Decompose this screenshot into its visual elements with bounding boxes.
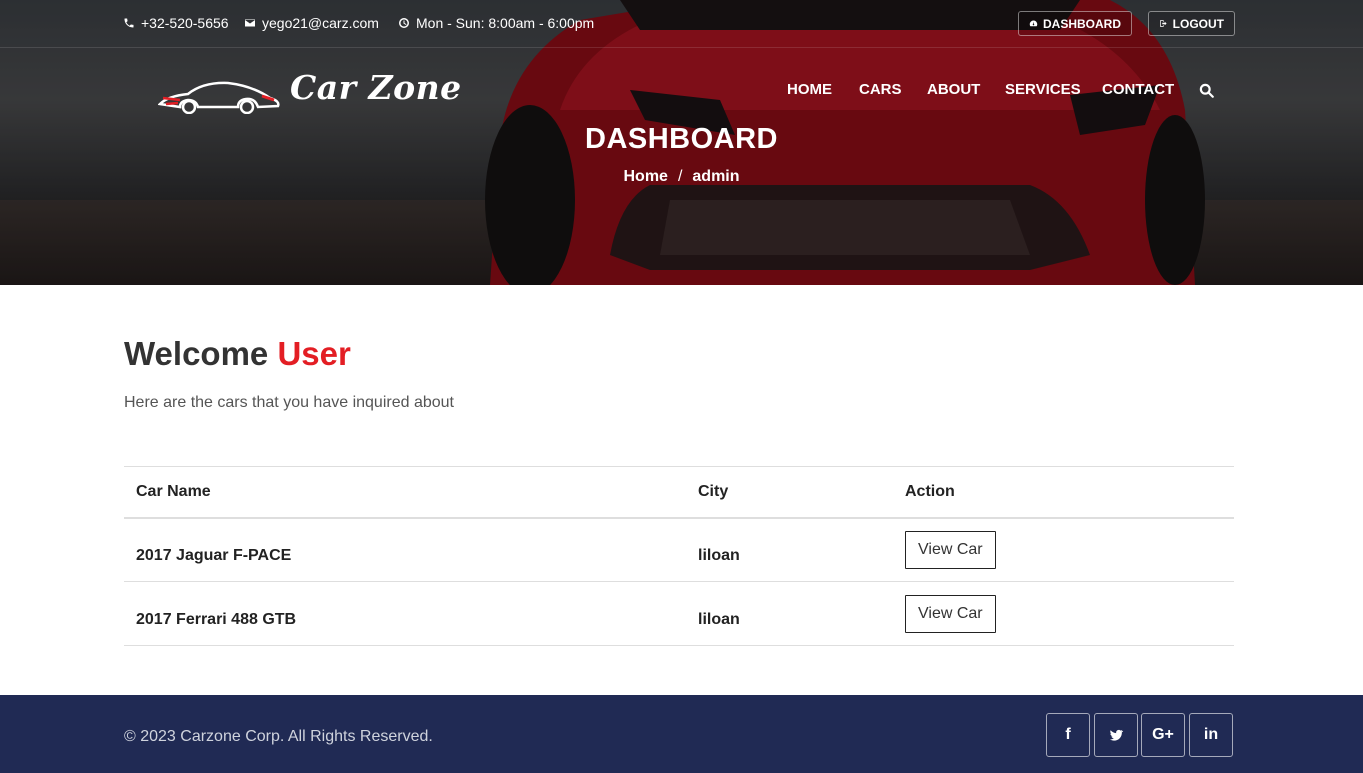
welcome-heading: Welcome User bbox=[124, 335, 351, 373]
twitter-button[interactable] bbox=[1094, 713, 1138, 757]
breadcrumb-separator: / bbox=[677, 168, 683, 185]
action-cell: View Car bbox=[893, 518, 1234, 582]
header-city: City bbox=[698, 482, 729, 500]
table-row: 2017 Ferrari 488 GTB liloan View Car bbox=[124, 582, 1234, 646]
clock-icon bbox=[399, 18, 409, 28]
copyright-text: © 2023 Carzone Corp. All Rights Reserved… bbox=[124, 728, 433, 745]
inquiries-table: Car Name City Action 2017 Jaguar F-PACE … bbox=[124, 466, 1234, 646]
nav-contact[interactable]: CONTACT bbox=[1102, 81, 1174, 98]
page-title: DASHBOARD bbox=[585, 123, 778, 155]
city-cell: liloan bbox=[698, 610, 740, 628]
phone-text: +32-520-5656 bbox=[141, 15, 229, 31]
action-cell: View Car bbox=[893, 582, 1234, 646]
facebook-icon: f bbox=[1065, 726, 1071, 743]
hours-text: Mon - Sun: 8:00am - 6:00pm bbox=[416, 15, 595, 31]
hero-banner: +32-520-5656 yego21@carz.com Mon - Sun: … bbox=[0, 0, 1363, 285]
logout-label: LOGOUT bbox=[1172, 16, 1224, 31]
dashboard-button[interactable]: DASHBOARD bbox=[1018, 11, 1132, 36]
car-logo-icon bbox=[158, 81, 280, 114]
intro-text: Here are the cars that you have inquired… bbox=[124, 394, 454, 411]
city-cell: liloan bbox=[698, 546, 740, 564]
twitter-icon bbox=[1109, 729, 1124, 741]
breadcrumb-current: admin bbox=[692, 168, 740, 185]
brand-name: Car Zone bbox=[290, 68, 462, 107]
logout-button[interactable]: LOGOUT bbox=[1148, 11, 1235, 36]
nav-services[interactable]: SERVICES bbox=[1005, 81, 1081, 98]
phone-contact[interactable]: +32-520-5656 bbox=[123, 15, 229, 31]
header-action: Action bbox=[905, 482, 955, 500]
envelope-icon bbox=[245, 19, 255, 27]
dashboard-label: DASHBOARD bbox=[1043, 16, 1121, 31]
breadcrumb: Home / admin bbox=[0, 168, 1363, 186]
view-car-button[interactable]: View Car bbox=[905, 594, 996, 633]
nav-home[interactable]: HOME bbox=[787, 81, 832, 98]
hours-info: Mon - Sun: 8:00am - 6:00pm bbox=[398, 15, 594, 31]
table-header-row: Car Name City Action bbox=[124, 466, 1234, 518]
welcome-username: User bbox=[277, 335, 351, 372]
nav-cars[interactable]: CARS bbox=[859, 81, 902, 98]
nav-about[interactable]: ABOUT bbox=[927, 81, 980, 98]
logout-icon bbox=[1160, 20, 1167, 27]
car-name-cell: 2017 Ferrari 488 GTB bbox=[136, 610, 297, 628]
brand-logo[interactable]: Car Zone bbox=[158, 66, 461, 116]
welcome-prefix: Welcome bbox=[124, 335, 269, 372]
phone-icon bbox=[124, 18, 134, 28]
footer: © 2023 Carzone Corp. All Rights Reserved… bbox=[0, 695, 1363, 773]
view-car-button[interactable]: View Car bbox=[905, 530, 996, 569]
search-icon[interactable] bbox=[1199, 83, 1214, 98]
linkedin-icon: in bbox=[1203, 726, 1219, 743]
facebook-button[interactable]: f bbox=[1046, 713, 1090, 757]
email-contact[interactable]: yego21@carz.com bbox=[244, 15, 379, 31]
dashboard-icon bbox=[1029, 20, 1038, 27]
google-plus-button[interactable]: G+ bbox=[1141, 713, 1185, 757]
header-car-name: Car Name bbox=[136, 482, 211, 500]
breadcrumb-home[interactable]: Home bbox=[623, 168, 667, 185]
google-plus-icon: G+ bbox=[1152, 726, 1174, 743]
top-bar: +32-520-5656 yego21@carz.com Mon - Sun: … bbox=[0, 0, 1363, 48]
car-name-cell: 2017 Jaguar F-PACE bbox=[136, 546, 292, 564]
linkedin-button[interactable]: in bbox=[1189, 713, 1233, 757]
email-text: yego21@carz.com bbox=[262, 15, 379, 31]
table-row: 2017 Jaguar F-PACE liloan View Car bbox=[124, 518, 1234, 582]
